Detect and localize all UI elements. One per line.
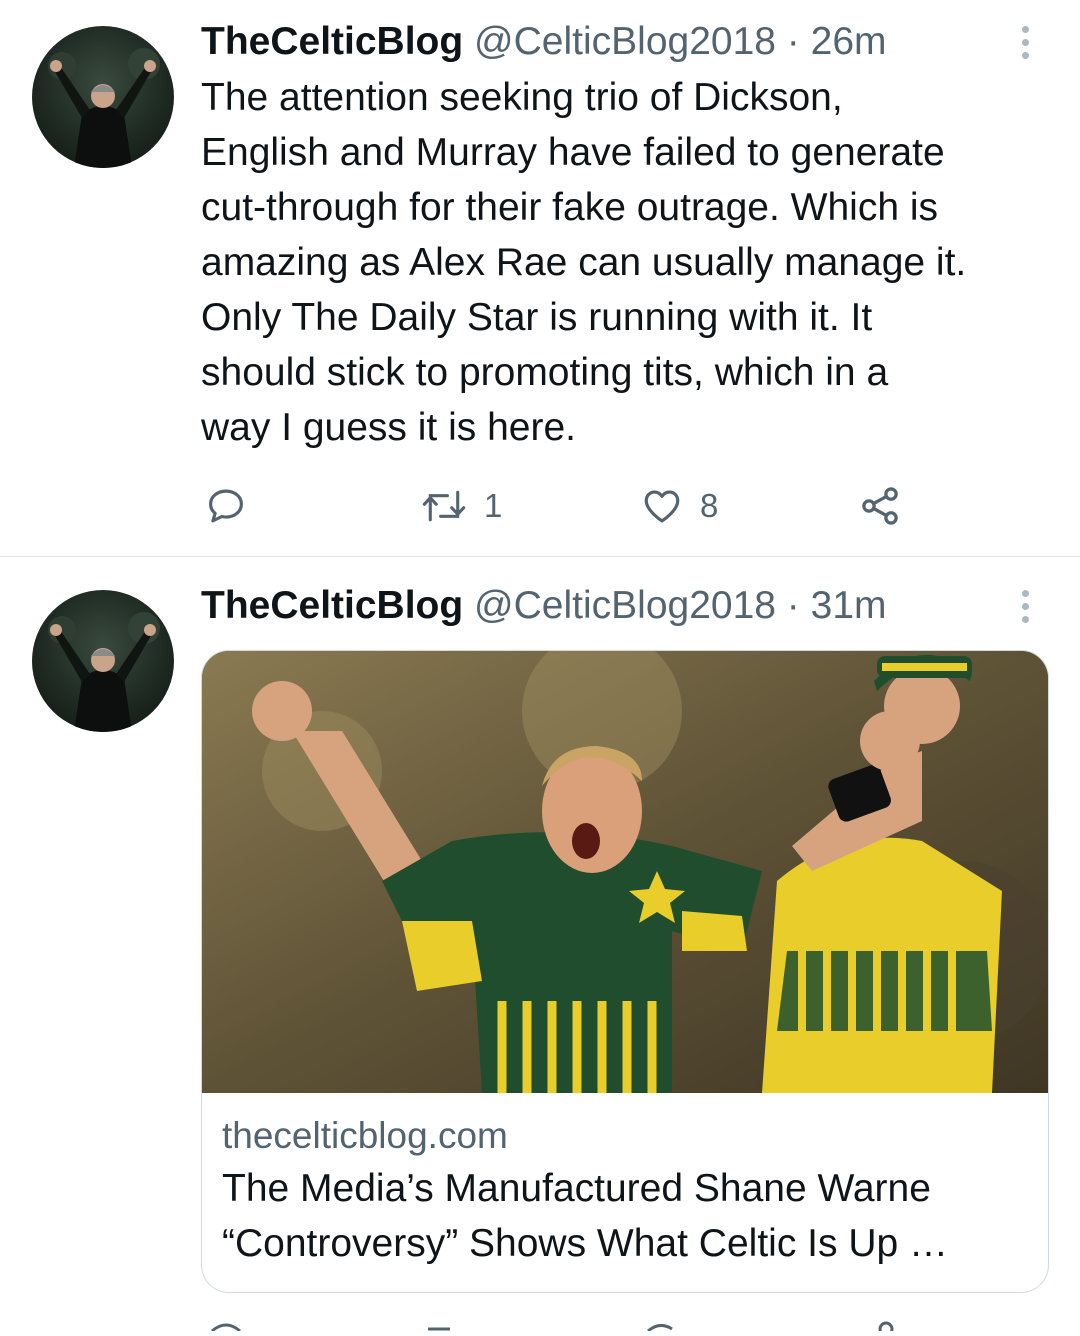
share-icon: [862, 487, 898, 525]
more-options-icon[interactable]: [1010, 17, 1040, 67]
retweet-button[interactable]: 1: [420, 478, 502, 534]
avatar[interactable]: [32, 590, 174, 732]
link-card-image[interactable]: [202, 651, 1048, 1093]
retweet-icon: [422, 490, 466, 522]
reply-icon: [209, 489, 243, 523]
display-name[interactable]: TheCelticBlog: [201, 20, 463, 63]
link-card-domain: thecelticblog.com: [222, 1115, 508, 1156]
link-card[interactable]: thecelticblog.com The Media’s Manufactur…: [201, 650, 1049, 1293]
tweet-header: TheCelticBlog @CelticBlog2018 · 31m: [201, 581, 887, 631]
retweet-count: 1: [484, 487, 503, 524]
timestamp[interactable]: 31m: [811, 584, 887, 627]
separator: ·: [775, 20, 811, 63]
tweet[interactable]: TheCelticBlog @CelticBlog2018 · 26m The …: [0, 0, 1080, 557]
tweet-actions: 1 8: [0, 478, 1080, 534]
tweet-text: The attention seeking trio of Dickson, E…: [201, 76, 967, 449]
share-button[interactable]: [858, 478, 902, 534]
username[interactable]: @CelticBlog2018: [474, 20, 776, 63]
display-name[interactable]: TheCelticBlog: [201, 584, 463, 627]
separator: ·: [775, 584, 811, 627]
like-count: 8: [700, 487, 719, 524]
link-card-text[interactable]: thecelticblog.com The Media’s Manufactur…: [222, 1111, 1032, 1271]
link-card-title: “Controversy” Shows What Celtic Is Up …: [222, 1222, 949, 1265]
more-options-icon[interactable]: [1010, 581, 1040, 631]
tweet[interactable]: TheCelticBlog @CelticBlog2018 · 31m thec…: [0, 557, 1080, 1330]
like-button[interactable]: 8: [640, 478, 718, 534]
link-card-title: The Media’s Manufactured Shane Warne: [222, 1167, 931, 1210]
username[interactable]: @CelticBlog2018: [474, 584, 776, 627]
heart-icon: [644, 490, 680, 523]
reply-button[interactable]: [205, 478, 247, 534]
timestamp[interactable]: 26m: [811, 20, 887, 63]
tweet-header: TheCelticBlog @CelticBlog2018 · 26m: [201, 17, 887, 67]
tweet-actions-partial: [0, 1318, 1080, 1336]
avatar[interactable]: [32, 26, 174, 168]
